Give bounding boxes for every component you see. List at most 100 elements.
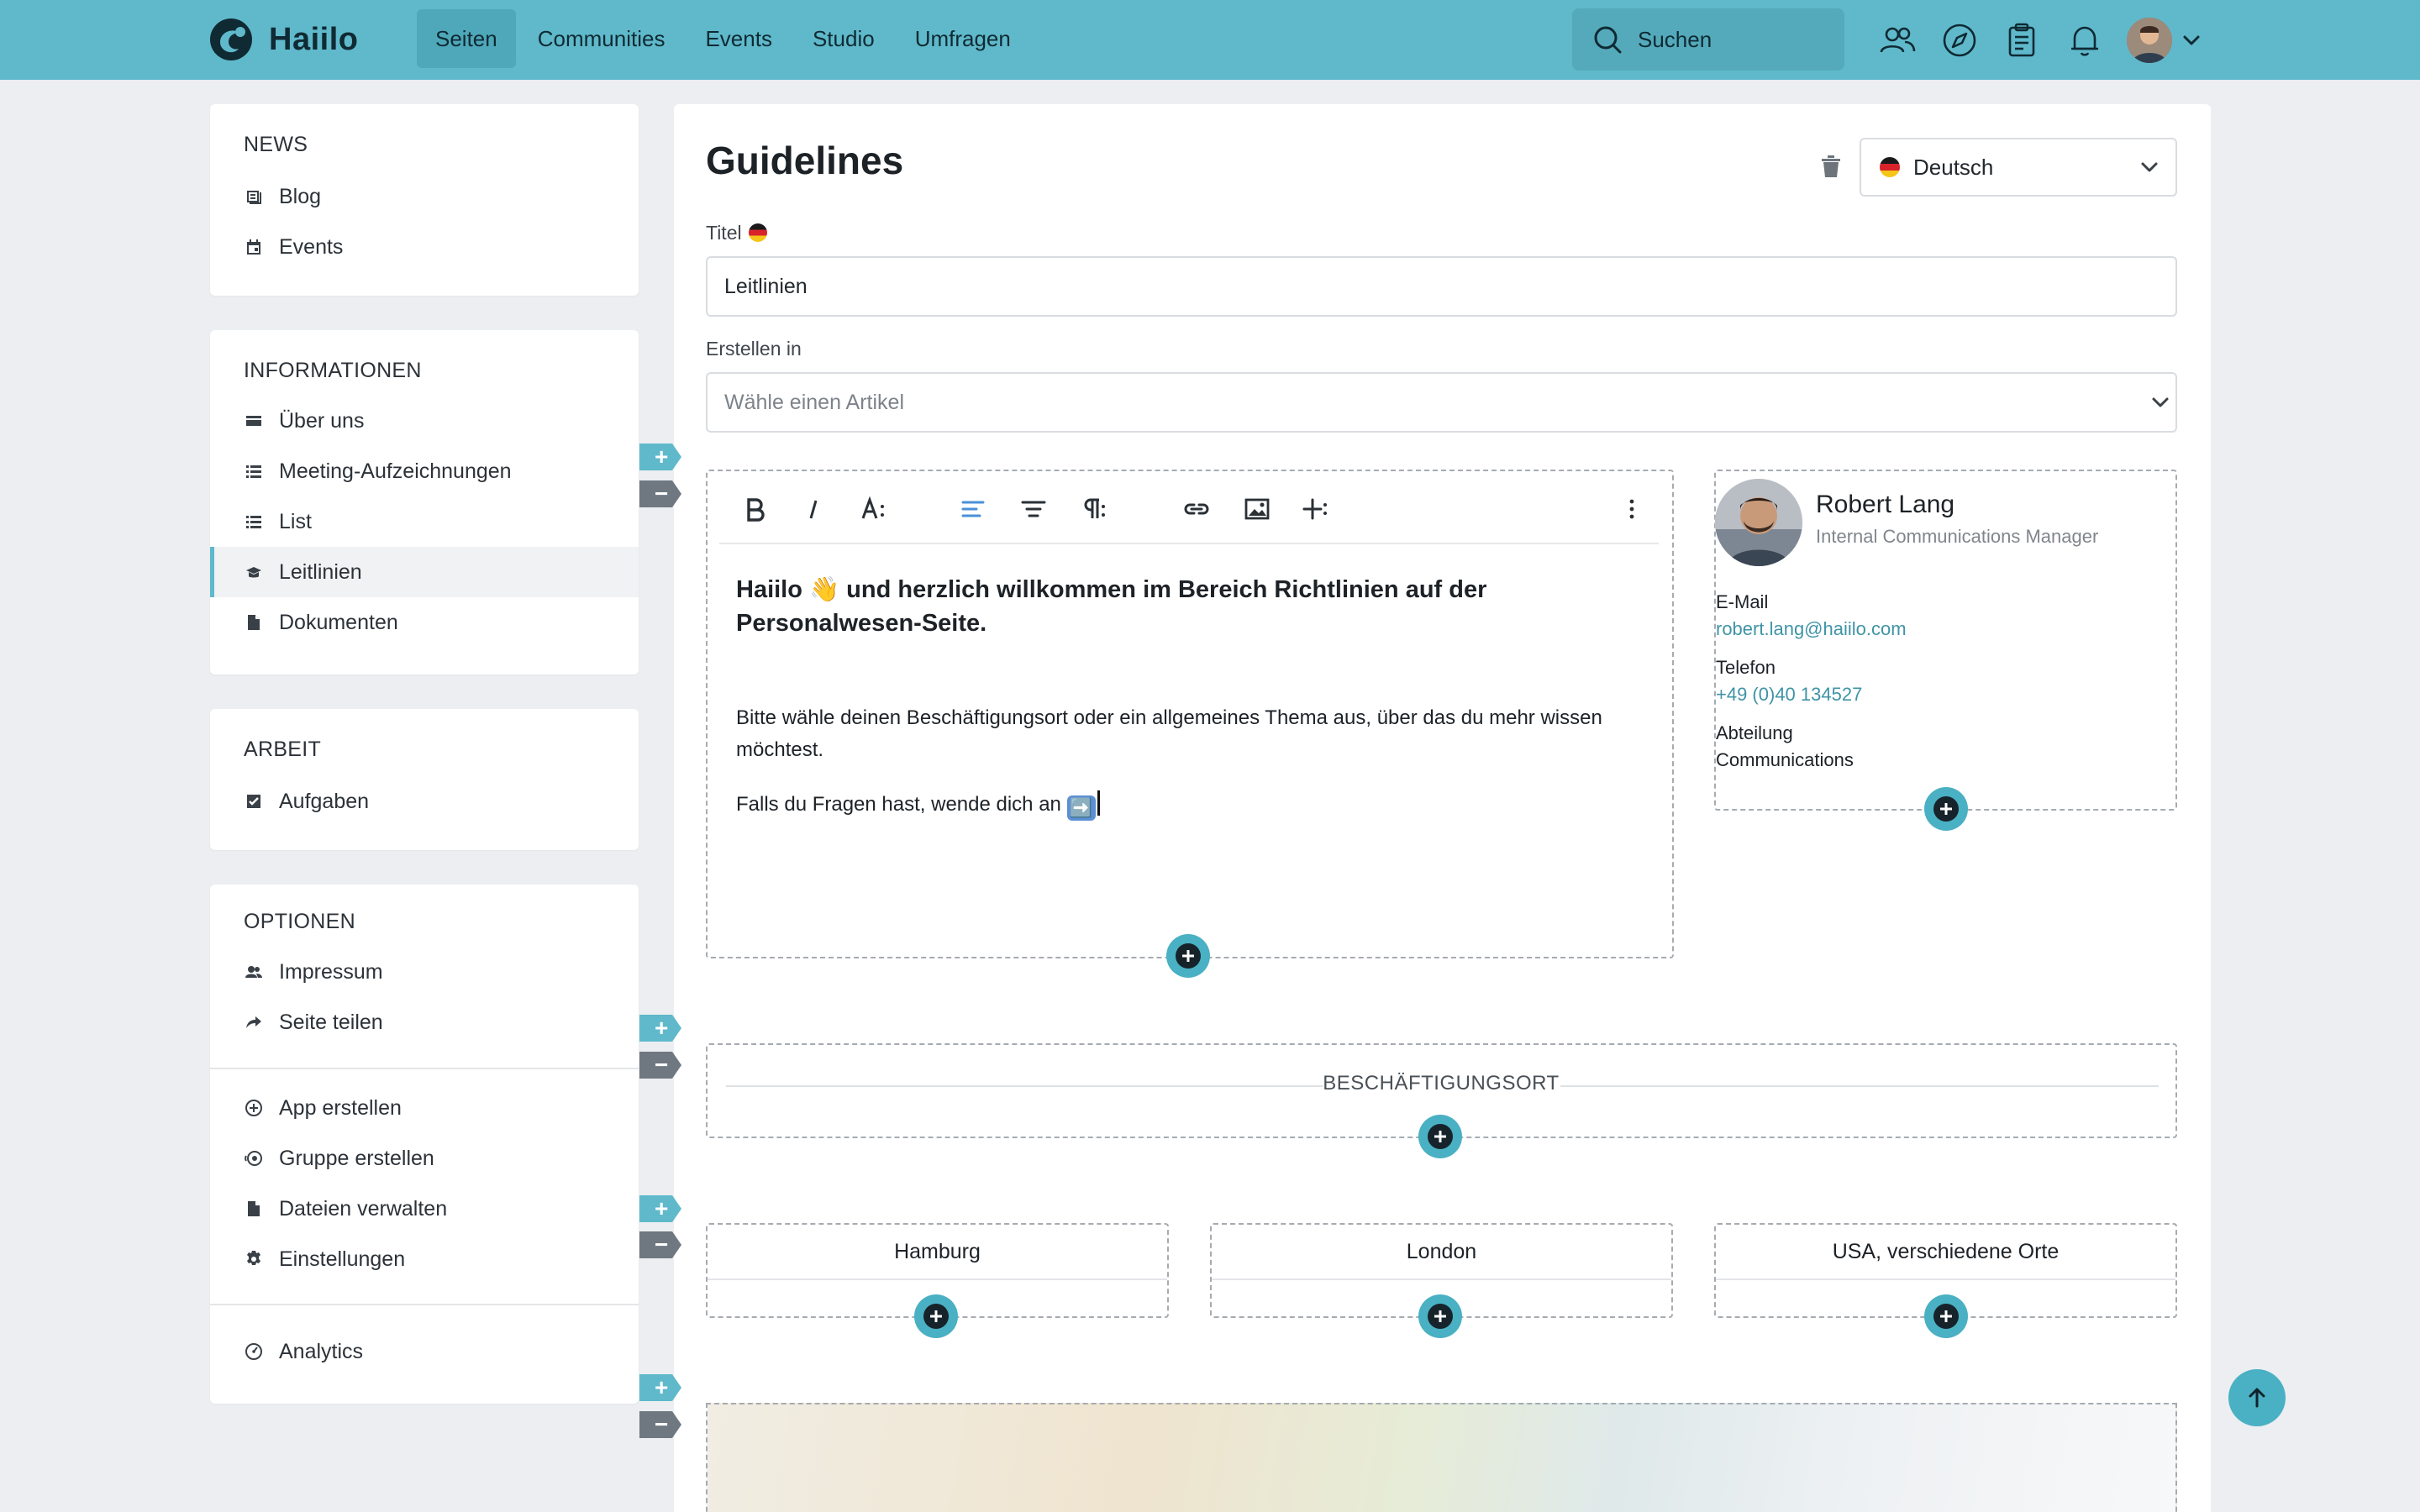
add-widget-button[interactable] (1924, 787, 1968, 831)
trash-icon[interactable] (1819, 154, 1843, 179)
sidebar-item-label: Aufgaben (279, 789, 370, 813)
editor-paragraph[interactable]: Bitte wähle deinen Beschäftigungsort ode… (736, 702, 1660, 766)
top-navigation-bar: Haiilo Seiten Communities Events Studio … (0, 0, 2420, 80)
contact-email-link[interactable]: robert.lang@haiilo.com (1716, 618, 1907, 640)
bell-icon[interactable] (2066, 22, 2103, 59)
plus-icon (1428, 1304, 1453, 1329)
share-icon (244, 1012, 264, 1032)
sidebar-divider (210, 1304, 639, 1305)
align-center-button[interactable] (1017, 492, 1050, 526)
nav-item-communities[interactable]: Communities (519, 9, 684, 68)
nav-item-studio[interactable]: Studio (794, 9, 893, 68)
contact-avatar (1715, 479, 1802, 566)
sidebar-item-app-erstellen[interactable]: App erstellen (210, 1083, 639, 1133)
editor-paragraph[interactable]: Falls du Fragen hast, wende dich an ➡️ (736, 789, 1660, 821)
sidebar-item-leitlinien[interactable]: Leitlinien (210, 547, 639, 597)
plus-icon (1933, 796, 1959, 822)
arrow-right-emoji: ➡️ (1066, 795, 1096, 821)
sidebar-item-seite-teilen[interactable]: Seite teilen (210, 997, 639, 1047)
plus-icon (1176, 943, 1201, 969)
sidebar-item-aufgaben[interactable]: Aufgaben (210, 776, 639, 827)
image-widget[interactable] (706, 1403, 2177, 1512)
book-icon (244, 562, 264, 582)
haiilo-logo[interactable]: Haiilo (208, 17, 358, 62)
add-widget-button[interactable] (1418, 1294, 1462, 1338)
chevron-down-icon[interactable] (2180, 29, 2203, 52)
sidebar-item-gruppe-erstellen[interactable]: Gruppe erstellen (210, 1133, 639, 1184)
add-widget-button[interactable] (1418, 1115, 1462, 1158)
paragraph-icon (1084, 498, 1105, 518)
section-divider-line (1560, 1085, 2159, 1087)
user-avatar[interactable] (2127, 18, 2172, 63)
create-in-select[interactable]: Wähle einen Artikel (706, 372, 2177, 433)
title-input-value: Leitlinien (724, 274, 808, 298)
contact-department-value: Communications (1716, 749, 1854, 770)
nav-item-seiten[interactable]: Seiten (417, 9, 516, 68)
add-widget-button[interactable] (1924, 1294, 1968, 1338)
sidebar-item-analytics[interactable]: Analytics (210, 1326, 639, 1377)
text-cursor (1097, 790, 1100, 816)
font-size-button[interactable] (857, 492, 891, 526)
chevron-down-icon (2141, 162, 2158, 172)
contact-role: Internal Communications Manager (1816, 526, 2099, 547)
chevron-down-icon (2152, 397, 2169, 407)
sidebar-item-label: App erstellen (279, 1095, 402, 1120)
image-button[interactable] (1240, 492, 1274, 526)
search-input[interactable]: Suchen (1572, 8, 1844, 71)
compass-icon[interactable] (1941, 22, 1978, 59)
main-nav: Seiten Communities Events Studio Umfrage… (417, 9, 1033, 68)
italic-button[interactable] (797, 492, 830, 526)
sidebar-item-label: Dateien verwalten (279, 1196, 448, 1221)
haiilo-logo-icon (210, 18, 252, 60)
title-input[interactable]: Leitlinien (706, 256, 2177, 317)
sidebar-item-label: Über uns (279, 408, 365, 433)
more-vertical-icon (1629, 499, 1634, 519)
bold-button[interactable] (738, 492, 771, 526)
language-select[interactable]: Deutsch (1860, 138, 2177, 197)
search-placeholder: Suchen (1638, 26, 1712, 52)
contact-phone-link[interactable]: +49 (0)40 134527 (1716, 684, 1862, 706)
scroll-to-top-button[interactable] (2228, 1369, 2286, 1426)
create-in-placeholder: Wähle einen Artikel (724, 390, 905, 414)
editor-heading[interactable]: Haiilo 👋 und herzlich willkommen im Bere… (736, 573, 1660, 640)
align-left-button[interactable] (956, 492, 990, 526)
sidebar-item-dokumenten[interactable]: Dokumenten (210, 597, 639, 648)
sidebar-item-meeting[interactable]: Meeting-Aufzeichnungen (210, 446, 639, 496)
avatar-icon (2127, 18, 2172, 63)
sidebar-item-list[interactable]: List (210, 496, 639, 547)
clipboard-icon[interactable] (2003, 22, 2040, 59)
insert-icon (1302, 498, 1327, 520)
sidebar-card-info: INFORMATIONEN Über uns Meeting-Aufzeichn… (210, 330, 639, 675)
paragraph-button[interactable] (1077, 492, 1111, 526)
add-widget-button[interactable] (914, 1294, 958, 1338)
plus-icon (923, 1304, 949, 1329)
image-icon (1244, 498, 1270, 520)
insert-button[interactable] (1299, 492, 1333, 526)
sidebar-item-impressum[interactable]: Impressum (210, 947, 639, 997)
file-icon (244, 612, 264, 633)
bold-icon (747, 498, 765, 522)
location-title: London (1212, 1225, 1671, 1280)
location-title: USA, verschiedene Orte (1716, 1225, 2175, 1280)
link-button[interactable] (1180, 492, 1213, 526)
editor-toolbar (719, 480, 1659, 544)
nav-item-events[interactable]: Events (687, 9, 791, 68)
sidebar-item-einstellungen[interactable]: Einstellungen (210, 1234, 639, 1284)
sidebar-item-events[interactable]: Events (210, 222, 639, 272)
sidebar-item-label: List (279, 509, 312, 533)
language-select-value: Deutsch (1913, 154, 1994, 180)
people-icon[interactable] (1879, 22, 1916, 59)
align-left-icon (961, 501, 985, 517)
nav-item-umfragen[interactable]: Umfragen (897, 9, 1029, 68)
people-icon (244, 962, 264, 982)
arrow-up-icon (2249, 1388, 2265, 1408)
more-options-button[interactable] (1615, 492, 1649, 526)
sidebar-item-label: Impressum (279, 959, 383, 984)
gear-icon (244, 1249, 264, 1269)
sidebar-item-dateien-verwalten[interactable]: Dateien verwalten (210, 1184, 639, 1234)
sidebar-item-ueber-uns[interactable]: Über uns (210, 396, 639, 446)
add-widget-button[interactable] (1166, 934, 1210, 978)
list-icon (244, 512, 264, 532)
sidebar-section-title: ARBEIT (244, 738, 322, 761)
sidebar-item-blog[interactable]: Blog (210, 171, 639, 222)
